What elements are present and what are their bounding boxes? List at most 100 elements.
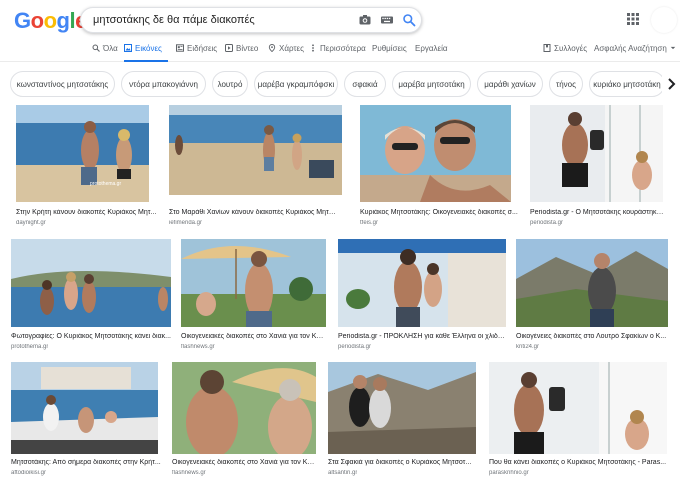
chip-related-search[interactable]: λουτρό — [212, 71, 248, 97]
result-title[interactable]: Μητσοτάκης: Από σήμερα διακοπές στην Κρή… — [11, 459, 161, 466]
result-source: kriti24.gr — [516, 344, 540, 350]
chip-related-search[interactable]: τήνος — [549, 71, 583, 97]
tab-images[interactable]: Εικόνες — [124, 44, 168, 62]
hill-photo — [328, 362, 476, 454]
search-icon — [92, 44, 100, 52]
account-avatar[interactable] — [651, 7, 677, 33]
tab-settings[interactable]: Ρυθμίσεις — [372, 44, 407, 62]
search-icon[interactable] — [402, 13, 416, 27]
result-title[interactable]: Οικογενειακές διακοπές στο Χανιά για τον… — [181, 333, 326, 340]
result-thumbnail[interactable] — [328, 362, 476, 454]
result-source: protothema.gr — [11, 344, 49, 350]
result-title[interactable]: Φωτογραφίες: Ο Κυριάκος Μητσοτάκης κάνει… — [11, 333, 171, 340]
camera-icon[interactable] — [358, 13, 372, 27]
tab-maps[interactable]: Χάρτες — [268, 44, 304, 62]
result-source: aftodioikisi.gr — [11, 470, 47, 476]
collections-link[interactable]: Συλλογές — [543, 44, 587, 62]
image-result[interactable]: Στα Σφακιά για διακοπές ο Κυριάκος Μητσο… — [328, 362, 478, 482]
result-title[interactable]: Periodista.gr - ΠΡΟΚΛΗΣΗ για κάθε Έλληνα… — [338, 333, 506, 340]
safesearch-toggle[interactable]: Ασφαλής Αναζήτηση — [594, 44, 676, 62]
related-searches: κωνσταντίνος μητσοτάκης ντόρα μπακογιάνν… — [0, 67, 680, 101]
image-icon — [124, 44, 132, 52]
chip-related-search[interactable]: κυριάκο μητσοτάκη — [589, 71, 665, 97]
image-result[interactable]: Periodista.gr - ΠΡΟΚΛΗΣΗ για κάθε Έλληνα… — [338, 239, 506, 350]
image-result[interactable]: Οικογενειακές διακοπές στο Χανιά για τον… — [181, 239, 326, 350]
result-source: periodista.gr — [338, 344, 372, 350]
result-thumbnail[interactable] — [338, 239, 506, 327]
header: Google — [0, 0, 680, 40]
beach-photo — [169, 105, 342, 195]
result-thumbnail[interactable] — [489, 362, 667, 454]
closeup-photo — [172, 362, 316, 454]
selfie-photo — [360, 105, 511, 202]
result-source: tfeis.gr — [360, 220, 379, 226]
result-thumbnail[interactable] — [169, 105, 342, 195]
chips-next-button[interactable] — [662, 71, 680, 97]
chip-related-search[interactable]: μαρέβα μητσοτάκη — [392, 71, 471, 97]
collections-icon — [543, 44, 551, 52]
boat-photo — [489, 362, 667, 454]
chip-related-search[interactable]: σφακιά — [344, 71, 386, 97]
map-pin-icon — [268, 44, 276, 52]
result-title[interactable]: Οικογένειες διακοπές στο Λουτρό Σφακίων … — [516, 333, 668, 340]
result-source: flashnews.gr — [172, 470, 206, 476]
result-thumbnail[interactable] — [11, 239, 171, 327]
result-title[interactable]: Κυριάκος Μητσοτάκης: Οικογενειακές διακο… — [360, 209, 520, 216]
search-tabs: Όλα Εικόνες Ειδήσεις Βίντεο Χάρτες Περισ… — [0, 40, 680, 62]
result-source: parasknhnio.gr — [489, 470, 529, 476]
result-source: daynight.gr — [16, 220, 46, 226]
mountain-photo — [516, 239, 668, 327]
more-icon — [312, 44, 314, 52]
chevron-right-icon — [668, 78, 676, 90]
chip-related-search[interactable]: μαρέβα γκραμπόφσκι — [254, 71, 338, 97]
keyboard-icon[interactable] — [380, 13, 394, 27]
result-title[interactable]: Στα Σφακιά για διακοπές ο Κυριάκος Μητσο… — [328, 459, 478, 466]
chip-related-search[interactable]: κωνσταντίνος μητσοτάκης — [10, 71, 115, 97]
boat-photo — [530, 105, 663, 202]
sea-photo — [11, 239, 171, 327]
image-result[interactable]: Που θα κάνει διακοπές ο Κυριάκος Μητσοτά… — [489, 362, 669, 482]
image-result[interactable]: Οικογενειακές διακοπές στο Χανιά για τον… — [172, 362, 317, 482]
google-logo[interactable]: Google — [14, 8, 87, 34]
harbor-photo — [11, 362, 158, 454]
result-thumbnail[interactable]: protothema.gr — [16, 105, 149, 202]
tab-more[interactable]: Περισσότερα — [309, 44, 366, 62]
result-title[interactable]: Οικογενειακές διακοπές στο Χανιά για τον… — [172, 459, 317, 466]
result-source: periodista.gr — [530, 220, 564, 226]
image-result[interactable]: Periodista.gr - Ο Μητσοτάκης κουράστηκε … — [530, 105, 665, 230]
result-title[interactable]: Που θα κάνει διακοπές ο Κυριάκος Μητσοτά… — [489, 459, 669, 466]
result-thumbnail[interactable] — [11, 362, 158, 454]
beach-photo: protothema.gr — [16, 105, 149, 202]
result-thumbnail[interactable] — [172, 362, 316, 454]
tab-news[interactable]: Ειδήσεις — [176, 44, 217, 62]
result-source: iefimerida.gr — [169, 220, 203, 226]
result-thumbnail[interactable] — [516, 239, 668, 327]
image-result[interactable]: Μητσοτάκης: Από σήμερα διακοπές στην Κρή… — [11, 362, 161, 482]
result-title[interactable]: Στο Μαράθι Χανίων κάνουν διακοπές Κυριάκ… — [169, 209, 339, 216]
image-result[interactable]: Κυριάκος Μητσοτάκης: Οικογενειακές διακο… — [360, 105, 520, 230]
image-result[interactable]: Στο Μαράθι Χανίων κάνουν διακοπές Κυριάκ… — [169, 105, 342, 230]
apps-grid-icon[interactable] — [627, 13, 639, 25]
result-title[interactable]: Στην Κρήτη κάνουν διακοπές Κυριάκος Μητ.… — [16, 209, 161, 216]
tab-tools[interactable]: Εργαλεία — [415, 44, 447, 62]
result-thumbnail[interactable] — [360, 105, 511, 202]
image-result[interactable]: protothema.gr Στην Κρήτη κάνουν διακοπές… — [16, 105, 161, 230]
result-source: altsantiri.gr — [328, 470, 358, 476]
search-input[interactable] — [93, 8, 353, 32]
umbrella-photo — [181, 239, 326, 327]
dropdown-arrow-icon — [670, 46, 676, 50]
image-result[interactable]: Οικογένειες διακοπές στο Λουτρό Σφακίων … — [516, 239, 668, 350]
result-thumbnail[interactable] — [181, 239, 326, 327]
image-result[interactable]: Φωτογραφίες: Ο Κυριάκος Μητσοτάκης κάνει… — [11, 239, 171, 350]
result-thumbnail[interactable] — [530, 105, 663, 202]
chip-related-search[interactable]: μαράθι χανίων — [477, 71, 543, 97]
search-box[interactable] — [80, 7, 422, 33]
terrace-photo — [338, 239, 506, 327]
chip-related-search[interactable]: ντόρα μπακογιάννη — [121, 71, 206, 97]
tab-all[interactable]: Όλα — [92, 44, 118, 62]
svg-text:protothema.gr: protothema.gr — [90, 181, 121, 187]
result-title[interactable]: Periodista.gr - Ο Μητσοτάκης κουράστηκε … — [530, 209, 665, 216]
news-icon — [176, 44, 184, 52]
video-icon — [225, 44, 233, 52]
tab-videos[interactable]: Βίντεο — [225, 44, 258, 62]
